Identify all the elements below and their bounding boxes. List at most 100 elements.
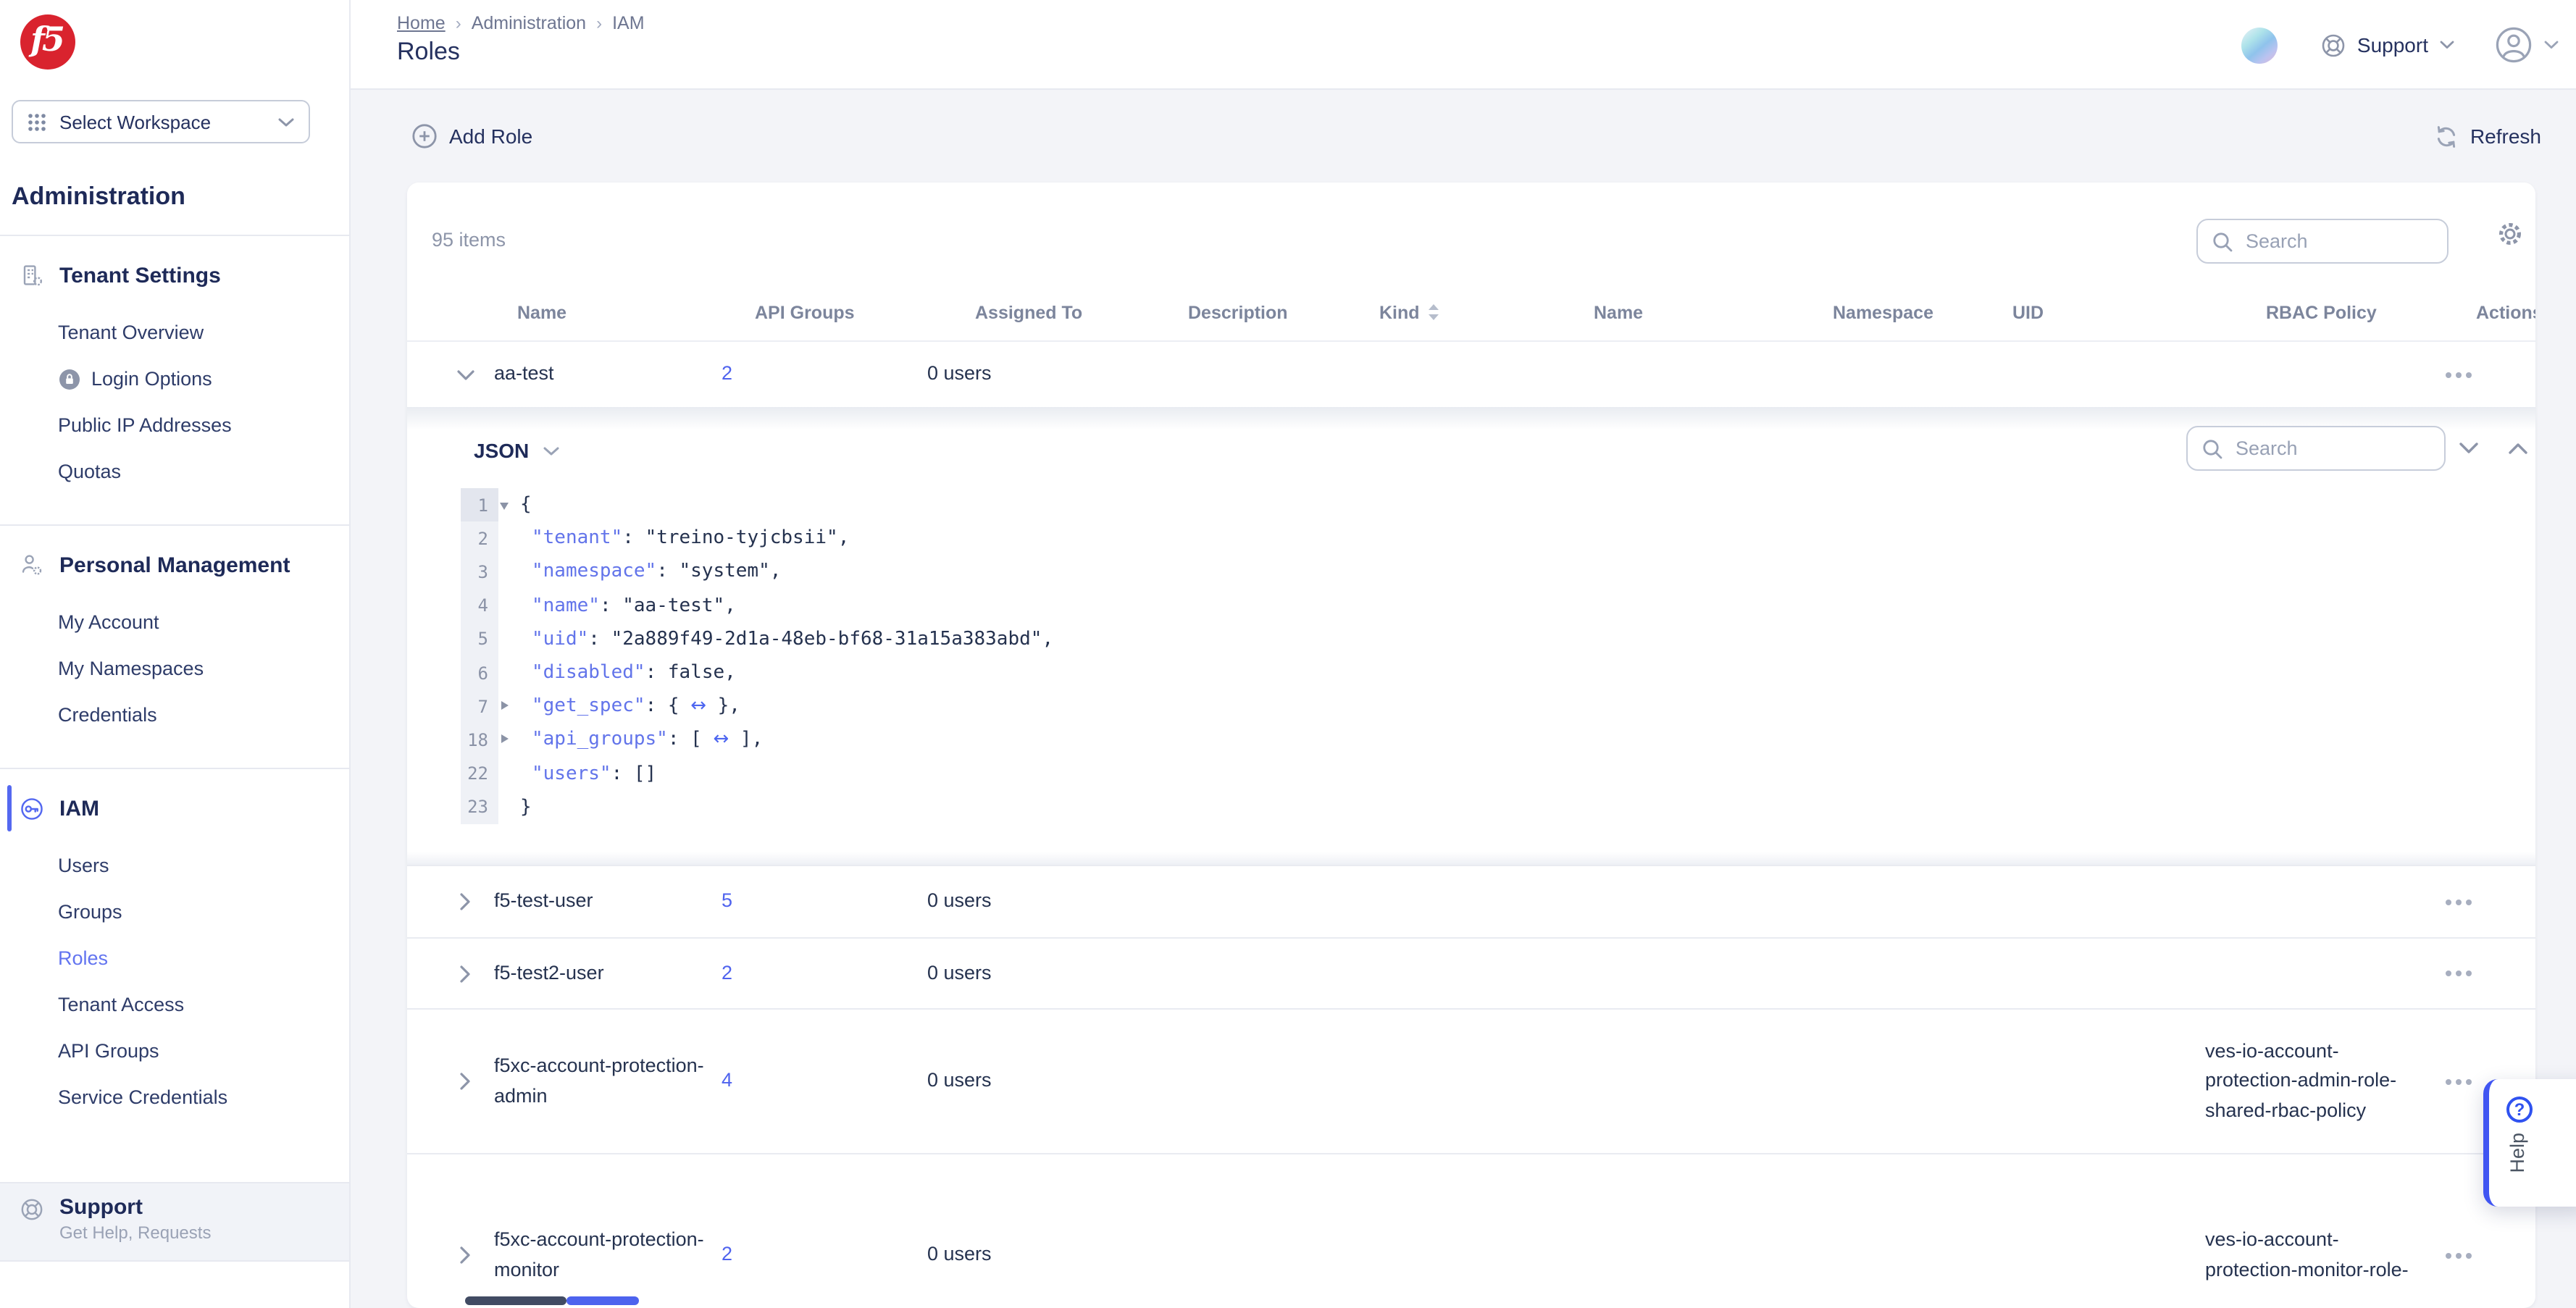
- table-controls: 95 items: [407, 183, 2535, 284]
- add-role-button[interactable]: Add Role: [411, 90, 532, 183]
- expand-row-icon[interactable]: [436, 1246, 494, 1265]
- sidebar-item-public-ip-addresses[interactable]: Public IP Addresses: [0, 403, 349, 449]
- user-menu[interactable]: [2495, 26, 2559, 64]
- actions-toolbar: Add Role Refresh: [351, 90, 2576, 183]
- chevron-down-icon: [2440, 41, 2454, 49]
- sidebar-item-label: Public IP Addresses: [58, 403, 232, 449]
- table-header-row: Name API Groups Assigned To Description …: [407, 284, 2535, 340]
- row-actions-menu[interactable]: [2428, 970, 2512, 976]
- workspace-selector[interactable]: Select Workspace: [12, 100, 310, 143]
- sidebar-item-quotas[interactable]: Quotas: [0, 449, 349, 495]
- sidebar-item-my-namespaces[interactable]: My Namespaces: [0, 646, 349, 692]
- collapsed-content-icon[interactable]: ↔: [690, 695, 706, 717]
- chevron-down-icon: [2544, 41, 2559, 49]
- tenant-settings-icon: [20, 264, 43, 287]
- sidebar-item-label: Tenant Access: [58, 982, 184, 1028]
- sidebar-item-users[interactable]: Users: [0, 843, 349, 889]
- column-header-namespace: Namespace: [1820, 302, 2001, 322]
- json-mode-dropdown[interactable]: JSON: [474, 439, 559, 462]
- sidebar-section-header-personal-management[interactable]: Personal Management: [0, 550, 349, 579]
- expand-row-icon[interactable]: [436, 1072, 494, 1091]
- json-code-line: 23}: [461, 790, 2492, 823]
- fold-closed-icon[interactable]: [501, 701, 509, 710]
- sidebar-item-groups[interactable]: Groups: [0, 889, 349, 936]
- lifebuoy-icon: [2321, 33, 2346, 57]
- page-title: Roles: [397, 38, 460, 67]
- assigned-to: 0 users: [927, 360, 1161, 390]
- sidebar-support[interactable]: SupportGet Help, Requests: [0, 1182, 349, 1262]
- column-header-actions: Actions: [2428, 302, 2512, 322]
- api-groups-count-link[interactable]: 5: [714, 887, 927, 917]
- search-prev-icon[interactable]: [2501, 430, 2535, 465]
- sidebar: f5 Select Workspace Administration Tenan…: [0, 0, 351, 1308]
- expand-row-icon[interactable]: [436, 964, 494, 983]
- assigned-to: 0 users: [927, 959, 1161, 989]
- role-name: f5xc-account-protection-monitor: [494, 1225, 714, 1285]
- json-code-line: 5"uid": "2a889f49-2d1a-48eb-bf68-31a15a3…: [461, 623, 2492, 656]
- api-groups-count-link[interactable]: 2: [714, 959, 927, 989]
- sidebar-section-personal-management: Personal Management My AccountMy Namespac…: [0, 526, 349, 769]
- sidebar-item-label: Roles: [58, 936, 108, 982]
- sidebar-item-login-options[interactable]: Login Options: [0, 356, 349, 403]
- fold-open-icon[interactable]: [500, 502, 509, 509]
- search-icon: [2212, 231, 2233, 251]
- refresh-button[interactable]: Refresh: [2434, 90, 2541, 183]
- tenant-avatar[interactable]: [2241, 27, 2278, 63]
- row-actions-menu[interactable]: [2428, 899, 2512, 905]
- collapse-row-icon[interactable]: [436, 369, 494, 380]
- json-search-input[interactable]: [2233, 436, 2433, 461]
- sidebar-item-label: Users: [58, 843, 109, 889]
- sidebar-item-my-account[interactable]: My Account: [0, 600, 349, 646]
- json-viewer-panel: JSON 1{2"tenant": "treino-tyjcbsii",: [407, 407, 2535, 865]
- table-row: f5xc-account-protection-admin 4 0 users …: [407, 1008, 2535, 1153]
- rbac-policy: ves-io-account-protection-admin-role-sha…: [2205, 1037, 2428, 1126]
- horizontal-scrollbar-segment[interactable]: [566, 1296, 639, 1305]
- table-search: [2196, 219, 2449, 264]
- row-actions-menu[interactable]: [2428, 1252, 2512, 1258]
- api-groups-count-link[interactable]: 4: [714, 1067, 927, 1097]
- chevron-down-icon: [543, 445, 559, 456]
- breadcrumb-item-home[interactable]: Home: [397, 13, 446, 33]
- code-text: "namespace": "system",: [520, 561, 781, 583]
- json-code-line: 7"get_spec": { ↔ },: [461, 689, 2492, 723]
- sidebar-item-credentials[interactable]: Credentials: [0, 692, 349, 739]
- rbac-policy: ves-io-account-protection-monitor-role-: [2205, 1225, 2428, 1285]
- sidebar-item-api-groups[interactable]: API Groups: [0, 1028, 349, 1075]
- row-actions-menu[interactable]: [2428, 372, 2512, 377]
- line-number: 18: [461, 724, 498, 757]
- code-text: "name": "aa-test",: [520, 595, 736, 616]
- json-code-line: 4"name": "aa-test",: [461, 589, 2492, 622]
- code-text: "tenant": "treino-tyjcbsii",: [520, 528, 849, 550]
- api-groups-count-link[interactable]: 2: [714, 360, 927, 390]
- json-mode-label: JSON: [474, 439, 529, 462]
- search-icon: [2202, 438, 2222, 458]
- lifebuoy-icon: [20, 1198, 43, 1221]
- column-header-name2: Name: [1581, 302, 1820, 322]
- sidebar-item-tenant-overview[interactable]: Tenant Overview: [0, 310, 349, 356]
- table-search-input[interactable]: [2243, 229, 2435, 253]
- table-row: aa-test 2 0 users: [407, 340, 2535, 407]
- breadcrumb: Home›Administration›IAM: [397, 13, 645, 33]
- column-header-assigned-to: Assigned To: [927, 302, 1161, 322]
- sidebar-item-service-credentials[interactable]: Service Credentials: [0, 1075, 349, 1121]
- help-tab[interactable]: ? Help: [2483, 1079, 2576, 1207]
- sidebar-section-header-tenant-settings[interactable]: Tenant Settings: [0, 261, 349, 290]
- sidebar-item-roles[interactable]: Roles: [0, 936, 349, 982]
- user-avatar-icon: [2495, 26, 2533, 64]
- fold-closed-icon[interactable]: [501, 735, 509, 744]
- f5-logo[interactable]: f5: [20, 14, 75, 70]
- search-next-icon[interactable]: [2451, 430, 2486, 465]
- support-menu[interactable]: Support: [2321, 33, 2454, 57]
- expand-row-icon[interactable]: [436, 892, 494, 911]
- sidebar-section-header-iam[interactable]: IAM: [0, 794, 349, 823]
- support-title: Support: [59, 1195, 211, 1221]
- api-groups-count-link[interactable]: 2: [714, 1241, 927, 1270]
- horizontal-scrollbar-thumb[interactable]: [465, 1296, 566, 1305]
- key-icon: [20, 797, 43, 820]
- sidebar-item-label: Quotas: [58, 449, 121, 495]
- collapsed-content-icon[interactable]: ↔: [713, 729, 729, 751]
- sidebar-item-tenant-access[interactable]: Tenant Access: [0, 982, 349, 1028]
- gear-icon[interactable]: [2496, 220, 2525, 249]
- column-header-kind[interactable]: Kind: [1363, 302, 1581, 322]
- role-name: f5-test-user: [494, 887, 714, 917]
